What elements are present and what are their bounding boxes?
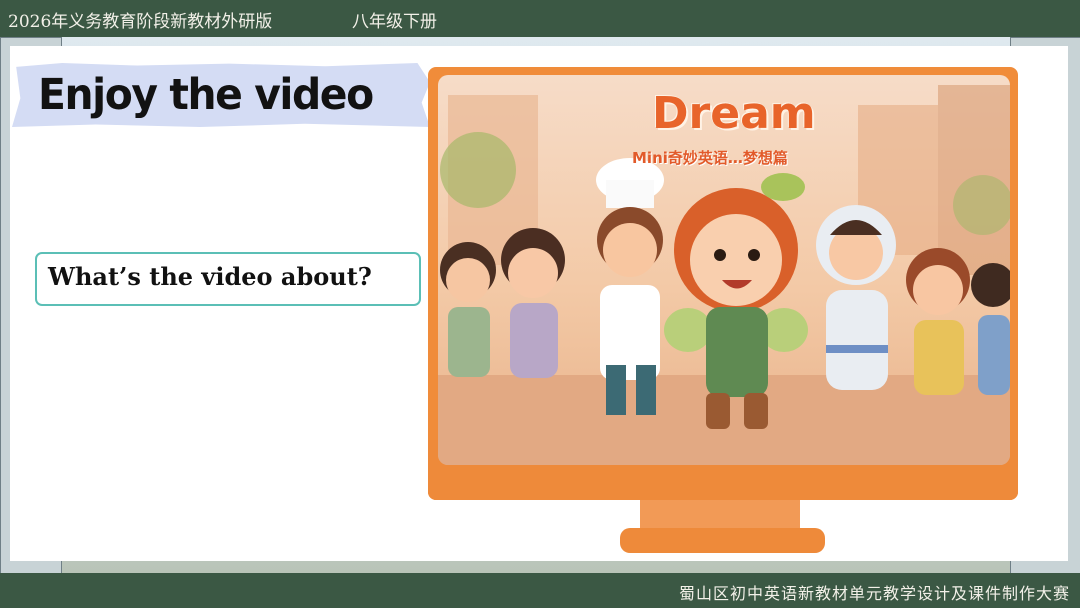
monitor-neck xyxy=(640,500,800,530)
video-subtitle: Mini奇妙英语…梦想篇 xyxy=(632,149,788,167)
header-title: 2026年义务教育阶段新教材外研版 xyxy=(8,12,273,32)
video-title: Dream xyxy=(652,88,816,139)
footer-text: 蜀山区初中英语新教材单元教学设计及课件制作大赛 xyxy=(678,584,1070,603)
slide-heading: Enjoy the video xyxy=(38,70,374,120)
monitor-stand xyxy=(620,528,825,553)
question-text: What’s the video about? xyxy=(48,262,372,291)
header-grade: 八年级下册 xyxy=(352,12,437,32)
